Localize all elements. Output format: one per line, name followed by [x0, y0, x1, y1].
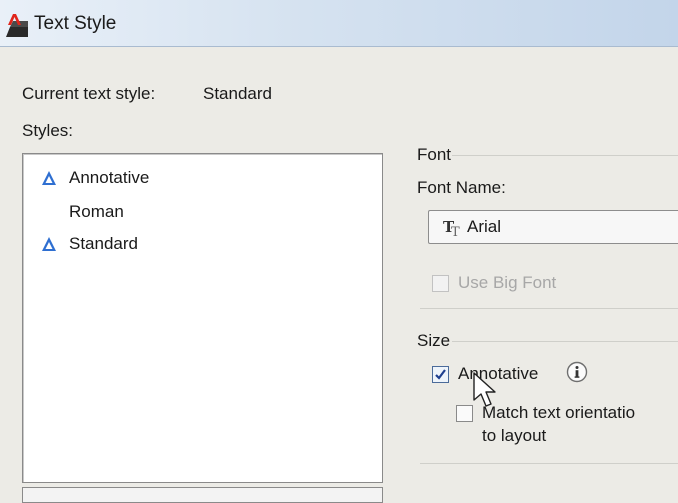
use-big-font-label: Use Big Font — [458, 273, 557, 292]
match-orientation-checkbox[interactable] — [456, 405, 473, 422]
styles-list[interactable]: Annotative Roman Standard — [22, 153, 383, 483]
font-name-value: Arial — [467, 217, 502, 236]
title-bar: Text Style — [0, 0, 678, 47]
checkmark-icon — [435, 369, 446, 380]
current-style-value: Standard — [203, 84, 272, 103]
style-item-label: Roman — [69, 202, 124, 221]
annotative-icon — [42, 171, 56, 185]
truetype-icon: T T — [443, 218, 460, 237]
size-group-label: Size — [417, 331, 451, 350]
style-filter-dropdown[interactable] — [22, 487, 383, 503]
current-style-label: Current text style: — [22, 84, 156, 103]
annotative-icon — [42, 237, 56, 251]
annotative-checkbox[interactable] — [432, 366, 449, 383]
style-item-label: Standard — [69, 234, 138, 253]
info-icon[interactable] — [566, 361, 588, 383]
svg-text:T: T — [451, 225, 460, 237]
match-orientation-label-line2: to layout — [482, 426, 547, 445]
size-group-bottom-divider — [420, 463, 678, 464]
font-group-bottom-divider — [420, 308, 678, 309]
autocad-icon — [6, 14, 28, 37]
mouse-cursor-icon — [473, 372, 496, 407]
size-group-divider — [452, 341, 678, 342]
window-title: Text Style — [34, 13, 117, 34]
font-name-label: Font Name: — [417, 178, 506, 197]
use-big-font-checkbox[interactable] — [432, 275, 449, 292]
font-group-label: Font — [417, 145, 452, 164]
style-item-label: Annotative — [69, 168, 150, 187]
font-name-select[interactable]: T T Arial — [428, 210, 678, 244]
styles-label: Styles: — [22, 121, 74, 140]
match-orientation-label: Match text orientatio — [482, 403, 636, 422]
font-group-divider — [452, 155, 678, 156]
